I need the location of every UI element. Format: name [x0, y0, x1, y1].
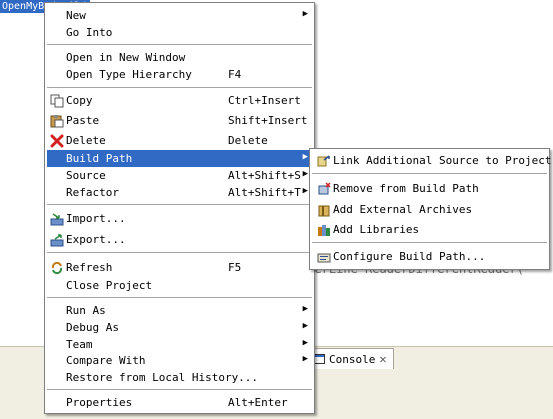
menu-item-label: Run As [66, 304, 106, 317]
submenu-item-label: Add Libraries [333, 223, 420, 236]
menu-separator [47, 297, 312, 299]
import-icon [49, 211, 65, 226]
export-icon [49, 232, 65, 247]
submenu-item-remove-from-build-path[interactable]: Remove from Build Path [312, 180, 547, 197]
add-archive-icon [316, 202, 332, 217]
link-source-icon [316, 153, 332, 168]
submenu-item-configure-build-path[interactable]: Configure Build Path... [312, 248, 547, 265]
console-tab-label: Console [329, 352, 376, 366]
menu-item-refresh[interactable]: Refresh F5 [47, 259, 312, 276]
submenu-arrow-icon: ▶ [302, 9, 308, 19]
menu-item-accelerator: Delete [228, 134, 268, 147]
submenu-item-label: Add External Archives [333, 203, 473, 216]
menu-item-source[interactable]: Source Alt+Shift+S ▶ [47, 167, 312, 184]
configure-path-icon [316, 249, 332, 264]
submenu-arrow-icon: ▶ [302, 304, 308, 314]
menu-item-open-type-hierarchy[interactable]: Open Type Hierarchy F4 [47, 66, 312, 83]
menu-item-label: Source [66, 169, 106, 182]
menu-item-properties[interactable]: Properties Alt+Enter [47, 394, 312, 411]
menu-item-accelerator: Shift+Insert [228, 114, 308, 127]
menu-item-accelerator: Ctrl+Insert [228, 94, 301, 107]
menu-item-label: Open Type Hierarchy [66, 68, 192, 81]
menu-item-label: Compare With [66, 354, 146, 367]
paste-icon [49, 113, 65, 128]
menu-item-label: Close Project [66, 279, 153, 292]
menu-item-accelerator: Alt+Shift+S [228, 169, 301, 182]
menu-item-label: Debug As [66, 321, 119, 334]
menu-item-label: Team [66, 338, 93, 351]
submenu-arrow-icon: ▶ [302, 321, 308, 331]
menu-separator [312, 173, 547, 175]
submenu-arrow-icon: ▶ [302, 169, 308, 179]
menu-item-debug-as[interactable]: Debug As ▶ [47, 319, 312, 336]
submenu-arrow-icon: ▶ [302, 354, 308, 364]
menu-separator [312, 242, 547, 244]
menu-item-accelerator: F4 [228, 68, 242, 81]
menu-item-team[interactable]: Team ▶ [47, 336, 312, 353]
menu-item-new[interactable]: New ▶ [47, 7, 312, 24]
menu-item-import[interactable]: Import... [47, 210, 312, 227]
menu-separator [47, 389, 312, 391]
menu-item-compare-with[interactable]: Compare With ▶ [47, 352, 312, 369]
submenu-arrow-icon: ▶ [302, 186, 308, 196]
console-tab[interactable]: Console ✕ [306, 348, 394, 369]
menu-item-label: Refresh [66, 261, 113, 274]
menu-item-export[interactable]: Export... [47, 231, 312, 248]
close-icon[interactable]: ✕ [379, 352, 386, 366]
submenu-arrow-icon: ▶ [302, 338, 308, 348]
menu-item-label: Delete [66, 134, 106, 147]
menu-item-restore-from-local-history[interactable]: Restore from Local History... [47, 369, 312, 386]
context-menu: New ▶ Go Into Open in New Window Open Ty… [44, 2, 315, 414]
submenu-item-label: Link Additional Source to Project [333, 154, 552, 167]
menu-item-label: Restore from Local History... [66, 371, 259, 384]
menu-item-label: Open in New Window [66, 51, 186, 64]
menu-item-label: Export... [66, 233, 126, 246]
menu-item-label: Refactor [66, 186, 119, 199]
menu-separator [47, 204, 312, 206]
submenu-item-label: Remove from Build Path [333, 182, 479, 195]
menu-item-run-as[interactable]: Run As ▶ [47, 302, 312, 319]
menu-item-accelerator: Alt+Enter [228, 396, 288, 409]
menu-item-copy[interactable]: Copy Ctrl+Insert [47, 92, 312, 109]
menu-item-paste[interactable]: Paste Shift+Insert [47, 112, 312, 129]
menu-separator [47, 44, 312, 46]
submenu-item-add-external-archives[interactable]: Add External Archives [312, 201, 547, 218]
build-path-submenu: Link Additional Source to Project Remove… [309, 148, 552, 270]
menu-item-accelerator: F5 [228, 261, 242, 274]
menu-item-open-in-new-window[interactable]: Open in New Window [47, 49, 312, 66]
submenu-arrow-icon: ▶ [302, 152, 308, 162]
menu-item-close-project[interactable]: Close Project [47, 277, 312, 294]
menu-item-label: Properties [66, 396, 133, 409]
menu-item-label: Paste [66, 114, 100, 127]
remove-path-icon [316, 181, 332, 196]
submenu-item-link-additional-source[interactable]: Link Additional Source to Project [312, 152, 552, 169]
menu-item-build-path[interactable]: Build Path ▶ [47, 150, 312, 167]
refresh-icon [49, 260, 65, 275]
add-library-icon [316, 222, 332, 237]
menu-item-label: New [66, 9, 86, 22]
menu-item-accelerator: Alt+Shift+T [228, 186, 301, 199]
menu-item-label: Go Into [66, 26, 113, 39]
menu-separator [47, 252, 312, 254]
delete-icon [49, 133, 65, 148]
submenu-item-add-libraries[interactable]: Add Libraries [312, 221, 547, 238]
menu-item-label: Copy [66, 94, 93, 107]
copy-icon [49, 93, 65, 108]
submenu-item-label: Configure Build Path... [333, 250, 486, 263]
menu-item-refactor[interactable]: Refactor Alt+Shift+T ▶ [47, 184, 312, 201]
menu-item-label: Import... [66, 212, 126, 225]
menu-item-go-into[interactable]: Go Into [47, 24, 312, 41]
menu-item-delete[interactable]: Delete Delete [47, 132, 312, 149]
menu-item-label: Build Path [66, 152, 133, 165]
menu-separator [47, 87, 312, 89]
